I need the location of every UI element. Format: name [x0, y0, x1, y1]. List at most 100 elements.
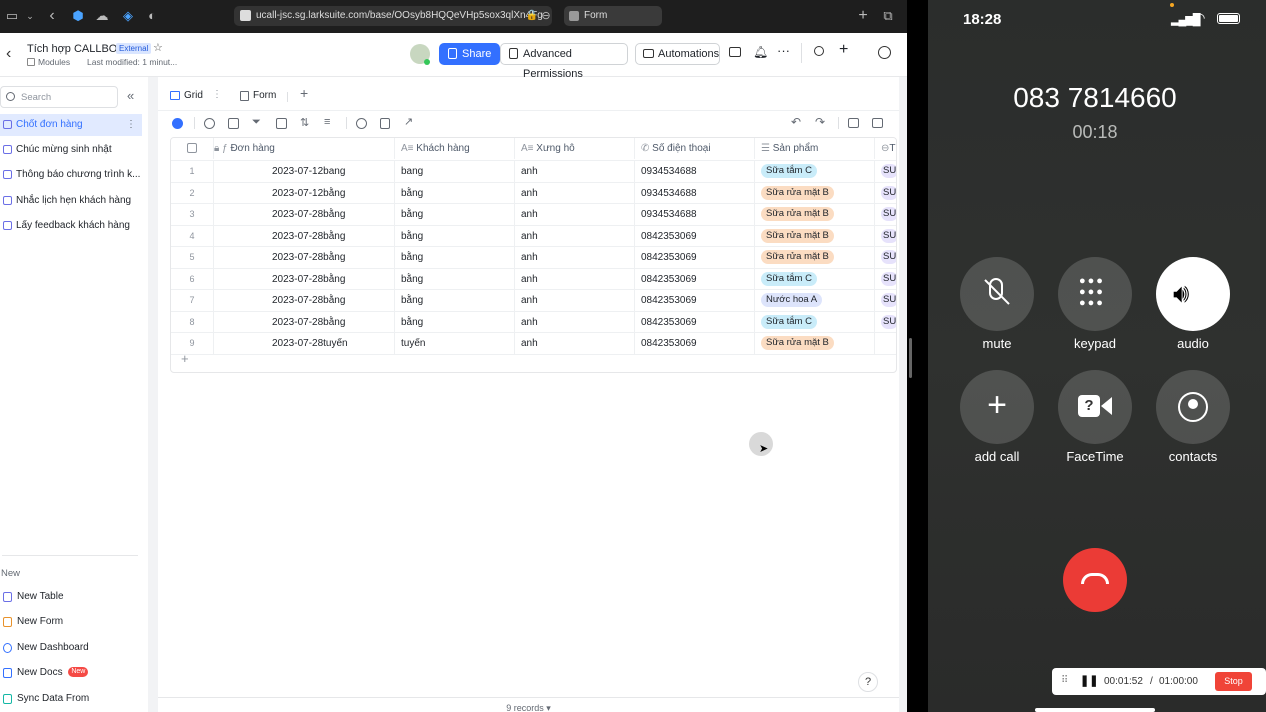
sidebar-item-nhac-lich-hen[interactable]: Nhắc lịch hẹn khách hàng [0, 190, 142, 212]
share-view-icon[interactable]: ↗ [404, 115, 413, 128]
phone-cell[interactable]: 0934534688 [635, 204, 755, 225]
customer-cell[interactable]: bằng [395, 268, 515, 290]
phone-cell[interactable]: 0842353069 [635, 290, 755, 311]
search-input[interactable]: Search [0, 86, 118, 108]
pause-icon[interactable]: ❚❚ [1080, 674, 1098, 687]
chevron-down-icon[interactable]: ⌄ [22, 8, 38, 24]
tab-grid[interactable]: Grid ⋮ [158, 85, 228, 109]
new-form-button[interactable]: New Form [0, 612, 140, 632]
group-icon[interactable] [276, 118, 287, 129]
form-icon[interactable] [380, 118, 390, 129]
extra-cell[interactable] [875, 333, 896, 354]
extension-icon[interactable]: ☁ [94, 8, 110, 24]
sidebar-item-thong-bao[interactable]: Thông báo chương trình k... [0, 164, 142, 186]
order-cell[interactable]: 2023-07-12bằng [214, 182, 395, 204]
contacts-button[interactable] [1156, 370, 1230, 444]
alarm-icon[interactable] [356, 118, 367, 129]
product-cell[interactable]: Nước hoa A [755, 290, 875, 311]
product-cell[interactable]: Sữa rửa mặt B [755, 247, 875, 268]
reader-icon[interactable]: ⊖ [538, 8, 554, 24]
extra-cell[interactable]: SU [875, 226, 896, 247]
phone-cell[interactable]: 0842353069 [635, 333, 755, 354]
row-number-cell[interactable]: 3 [171, 204, 214, 225]
add-call-button[interactable]: + [960, 370, 1034, 444]
row-height-icon[interactable]: ≡ [324, 116, 330, 128]
address-bar[interactable]: ucall-jsc.sg.larksuite.com/base/OOsyb8HQ… [234, 6, 552, 26]
automations-button[interactable]: Automations [635, 43, 720, 65]
column-header-san-pham[interactable]: ☰ Sản phẩm [755, 138, 875, 159]
column-header-t[interactable]: ⊖T [875, 138, 896, 159]
title-cell[interactable]: anh [515, 247, 635, 268]
comment-icon[interactable] [729, 47, 741, 57]
extra-cell[interactable]: SU [875, 204, 896, 225]
share-button[interactable]: Share [439, 43, 501, 65]
split-view-handle[interactable] [909, 338, 912, 378]
bell-icon[interactable]: 🔔︎ [753, 45, 768, 59]
table-row[interactable]: 7 2023-07-28bằng bằng anh 0842353069 Nước hoa… [171, 290, 896, 312]
select-all-checkbox[interactable] [171, 138, 214, 159]
shield-icon[interactable]: ◐ [144, 8, 160, 24]
customer-cell[interactable]: bằng [395, 247, 515, 268]
extra-cell[interactable]: SU [875, 247, 896, 268]
star-icon[interactable]: ☆ [153, 41, 163, 54]
new-tab-icon[interactable]: + [855, 8, 871, 24]
column-header-khach-hang[interactable]: A≡ Khách hàng [395, 138, 515, 159]
extra-cell[interactable]: SU [875, 183, 896, 204]
new-dashboard-button[interactable]: New Dashboard [0, 638, 140, 658]
new-docs-button[interactable]: New Docs New [0, 663, 140, 683]
facetime-button[interactable]: ? [1058, 370, 1132, 444]
table-row[interactable]: 1 2023-07-12bang bang anh 0934534688 Sữa tắm … [171, 161, 896, 183]
settings-icon[interactable] [204, 118, 215, 129]
browser-tab[interactable]: Form [564, 6, 662, 26]
phone-cell[interactable]: 0842353069 [635, 268, 755, 290]
title-cell[interactable]: anh [515, 268, 635, 290]
title-cell[interactable]: anh [515, 333, 635, 354]
filter-icon[interactable]: ⏷ [252, 116, 261, 129]
extra-cell[interactable]: SU [875, 312, 896, 333]
product-cell[interactable]: Sữa tắm C [755, 268, 875, 290]
table-row[interactable]: 9 2023-07-28tuyến tuyến anh 0842353069 Sữa rử… [171, 333, 896, 355]
drag-handle-icon[interactable]: ⠿ [1061, 675, 1068, 686]
customer-cell[interactable]: bằng [395, 204, 515, 225]
column-header-xung-ho[interactable]: A≡ Xưng hô [515, 138, 635, 159]
redo-icon[interactable]: ↷ [815, 115, 825, 129]
new-table-button[interactable]: New Table [0, 587, 140, 607]
sync-data-button[interactable]: Sync Data From [0, 689, 140, 709]
column-header-don-hang[interactable]: 🔒︎ ƒ Đơn hàng [214, 138, 395, 159]
stop-button[interactable]: Stop [1215, 672, 1252, 691]
sidebar-item-chuc-mung-sinh-nhat[interactable]: Chúc mừng sinh nhật [0, 139, 142, 161]
title-cell[interactable]: anh [515, 225, 635, 247]
undo-icon[interactable]: ↶ [791, 115, 801, 129]
row-number-cell[interactable]: 2 [171, 182, 214, 204]
row-number-cell[interactable]: 7 [171, 290, 214, 311]
help-icon[interactable]: ? [858, 672, 878, 692]
more-icon[interactable]: ··· [777, 43, 790, 58]
customer-cell[interactable]: bằng [395, 182, 515, 204]
sidebar-item-chot-don-hang[interactable]: Chốt đơn hàng ⋮ [0, 114, 142, 136]
customer-cell[interactable]: bang [395, 161, 515, 182]
order-cell[interactable]: 2023-07-12bang [214, 161, 395, 182]
customer-cell[interactable]: tuyến [395, 333, 515, 354]
records-footer[interactable]: 9 records ▾ [158, 697, 899, 712]
order-cell[interactable]: 2023-07-28bằng [214, 247, 395, 268]
collapse-sidebar-icon[interactable]: « [127, 88, 134, 103]
table-row[interactable]: 4 2023-07-28bằng bằng anh 0842353069 Sữa rửa … [171, 225, 896, 247]
product-cell[interactable]: Sữa rửa mặt B [755, 225, 875, 247]
order-cell[interactable]: 2023-07-28bằng [214, 204, 395, 225]
row-number-cell[interactable]: 1 [171, 161, 214, 182]
audio-button[interactable]: 🔊︎ [1156, 257, 1230, 331]
keypad-button[interactable]: ●●● ●●● ●●● [1058, 257, 1132, 331]
add-record-icon[interactable] [172, 118, 183, 129]
more-icon[interactable]: ⋮ [126, 114, 136, 136]
title-cell[interactable]: anh [515, 311, 635, 333]
customer-cell[interactable]: bằng [395, 311, 515, 333]
mute-button[interactable] [960, 257, 1034, 331]
title-cell[interactable]: anh [515, 161, 635, 182]
sidebar-toggle-icon[interactable]: ▭ [4, 8, 20, 24]
product-cell[interactable]: Sữa rửa mặt B [755, 333, 875, 354]
add-icon[interactable]: + [839, 41, 848, 59]
extension-icon[interactable]: ◈ [120, 8, 136, 24]
order-cell[interactable]: 2023-07-28bằng [214, 225, 395, 247]
fields-icon[interactable] [228, 118, 239, 129]
sort-icon[interactable]: ⇅ [300, 116, 309, 129]
